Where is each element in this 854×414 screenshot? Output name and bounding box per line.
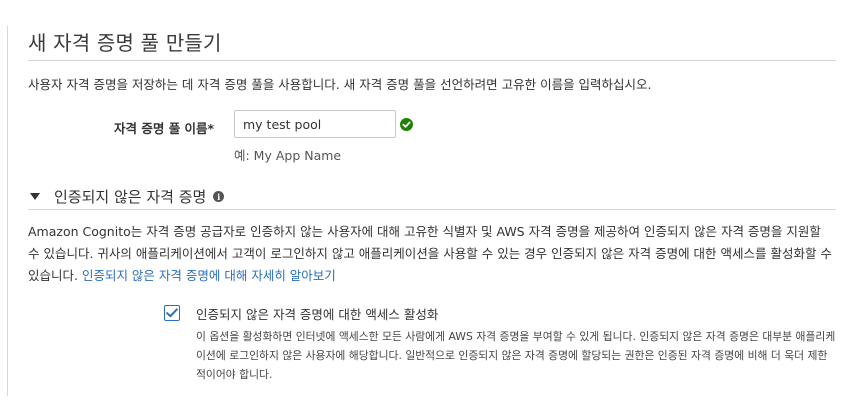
unauth-description: Amazon Cognito는 자격 증명 공급자로 인증하지 않는 사용자에 … [28, 221, 836, 287]
unauth-section-title: 인증되지 않은 자격 증명 [54, 188, 207, 206]
title-divider [28, 60, 836, 61]
enable-unauth-checkbox[interactable] [164, 305, 180, 321]
info-icon[interactable]: i [213, 191, 225, 202]
enable-unauth-label[interactable]: 인증되지 않은 자격 증명에 대한 액세스 활성화 [196, 304, 438, 323]
valid-check-icon [400, 118, 413, 131]
pool-name-input[interactable] [234, 110, 396, 138]
unauth-section-toggle[interactable]: 인증되지 않은 자격 증명 i [30, 186, 225, 207]
section-divider [28, 209, 836, 210]
enable-unauth-help: 이 옵션을 활성화하면 인터넷에 액세스한 모든 사람에게 AWS 자격 증명을… [196, 330, 836, 381]
left-divider [7, 26, 8, 396]
page-intro: 사용자 자격 증명을 저장하는 데 자격 증명 풀을 사용합니다. 새 자격 증… [28, 77, 652, 92]
page-title: 새 자격 증명 풀 만들기 [28, 31, 222, 55]
learn-more-link[interactable]: 인증되지 않은 자격 증명에 대해 자세히 알아보기 [82, 268, 336, 283]
checkmark-icon [166, 308, 178, 318]
pool-name-label: 자격 증명 풀 이름* [114, 121, 215, 136]
caret-down-icon [30, 193, 40, 200]
pool-name-example: 예: My App Name [234, 148, 342, 163]
